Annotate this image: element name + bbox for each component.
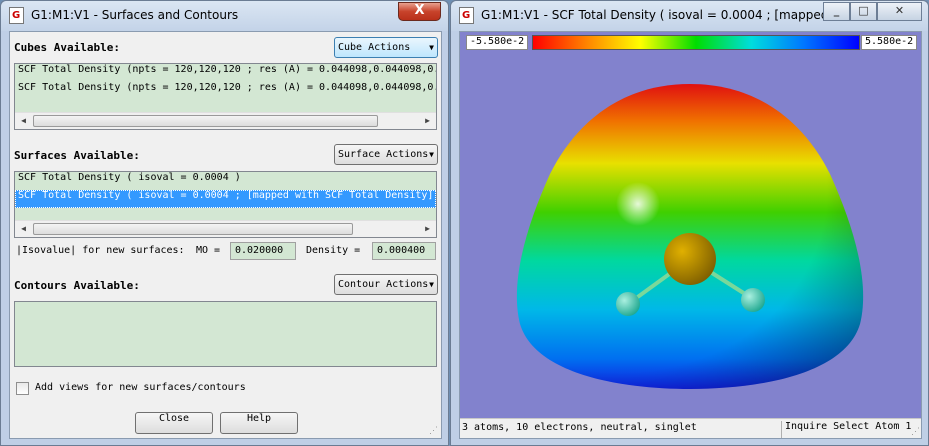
resize-grip-icon[interactable]: ⋰	[429, 426, 439, 436]
gaussview-document-icon: G	[459, 7, 474, 24]
oxygen-atom[interactable]	[664, 233, 716, 285]
cubes-available-label: Cubes Available:	[14, 41, 120, 54]
maximize-icon[interactable]: □	[850, 2, 877, 21]
mo-isovalue-field[interactable]: 0.020000	[230, 242, 296, 260]
scrollbar-thumb[interactable]	[33, 223, 353, 235]
add-views-checkbox[interactable]	[16, 382, 29, 395]
chevron-down-icon: ▼	[429, 43, 434, 52]
chevron-down-icon: ▼	[429, 280, 434, 289]
surface-specular	[616, 182, 660, 226]
color-scale-min-label: -5.580e-2	[466, 35, 529, 50]
contours-list[interactable]	[14, 301, 437, 367]
scroll-left-icon[interactable]: ◀	[15, 113, 32, 129]
contour-actions-label: Contour Actions	[338, 279, 429, 290]
cubes-list[interactable]: SCF Total Density (npts = 120,120,120 ; …	[14, 63, 437, 130]
list-item-selected[interactable]: SCF Total Density ( isoval = 0.0004 ; [m…	[15, 190, 436, 208]
chevron-down-icon: ▼	[429, 150, 434, 159]
isovalue-label: |Isovalue| for new surfaces:	[16, 245, 185, 256]
list-item[interactable]: SCF Total Density (npts = 120,120,120 ; …	[15, 64, 436, 82]
color-scale-gradient	[532, 35, 860, 50]
surface-actions-button[interactable]: Surface Actions ▼	[334, 144, 438, 165]
help-button[interactable]: Help	[220, 412, 298, 434]
scroll-right-icon[interactable]: ▶	[419, 113, 436, 129]
scrollbar-thumb[interactable]	[33, 115, 378, 127]
surface-view-window: G G1:M1:V1 - SCF Total Density ( isoval …	[450, 0, 929, 446]
dialog-body: Cubes Available: Cube Actions ▼ SCF Tota…	[9, 31, 442, 439]
surfaces-contours-window: G G1:M1:V1 - Surfaces and Contours X Cub…	[0, 0, 449, 446]
hydrogen-atom-1[interactable]	[616, 292, 640, 316]
title-bar[interactable]: G G1:M1:V1 - Surfaces and Contours X	[1, 1, 448, 31]
horizontal-scrollbar[interactable]: ◀ ▶	[15, 220, 436, 237]
color-scale-bar: -5.580e-2 5.580e-2	[460, 32, 921, 54]
add-views-label: Add views for new surfaces/contours	[35, 382, 246, 393]
close-icon[interactable]: X	[398, 2, 441, 21]
close-icon[interactable]: ✕	[877, 2, 922, 21]
horizontal-scrollbar[interactable]: ◀ ▶	[15, 112, 436, 129]
help-button-label: Help	[246, 413, 272, 424]
density-label: Density =	[306, 245, 361, 256]
resize-grip-icon[interactable]: ⋰	[911, 427, 921, 437]
molecule-3d-viewport[interactable]	[460, 54, 921, 418]
scroll-left-icon[interactable]: ◀	[15, 221, 32, 237]
gaussview-document-icon: G	[9, 7, 24, 24]
close-button[interactable]: Close	[135, 412, 213, 434]
cube-actions-button[interactable]: Cube Actions ▼	[334, 37, 438, 58]
surfaces-available-label: Surfaces Available:	[14, 149, 140, 162]
status-bar: 3 atoms, 10 electrons, neutral, singlet …	[460, 418, 921, 438]
mapped-density-surface	[516, 84, 864, 389]
contour-actions-button[interactable]: Contour Actions ▼	[334, 274, 438, 295]
molecule-info-text: 3 atoms, 10 electrons, neutral, singlet	[462, 422, 697, 433]
density-isovalue-field[interactable]: 0.000400	[372, 242, 436, 260]
view-client-area: -5.580e-2 5.580e-2 3 atoms, 10 electrons…	[459, 31, 922, 439]
list-item[interactable]: SCF Total Density (npts = 120,120,120 ; …	[15, 82, 436, 100]
color-scale-max-label: 5.580e-2	[861, 35, 918, 50]
surface-actions-label: Surface Actions	[338, 149, 429, 160]
window-title: G1:M1:V1 - Surfaces and Contours	[31, 8, 239, 22]
list-item[interactable]: SCF Total Density ( isoval = 0.0004 )	[15, 172, 436, 190]
cube-actions-label: Cube Actions	[338, 42, 411, 53]
scroll-right-icon[interactable]: ▶	[419, 221, 436, 237]
mo-label: MO =	[196, 245, 221, 256]
surfaces-list[interactable]: SCF Total Density ( isoval = 0.0004 ) SC…	[14, 171, 437, 238]
close-button-label: Close	[158, 413, 190, 424]
title-bar[interactable]: G G1:M1:V1 - SCF Total Density ( isoval …	[451, 1, 928, 31]
window-title: G1:M1:V1 - SCF Total Density ( isoval = …	[481, 8, 829, 22]
contours-available-label: Contours Available:	[14, 279, 140, 292]
mouse-mode-text: Inquire Select Atom 1	[781, 421, 911, 438]
minimize-icon[interactable]: _	[823, 2, 850, 21]
hydrogen-atom-2[interactable]	[741, 288, 765, 312]
